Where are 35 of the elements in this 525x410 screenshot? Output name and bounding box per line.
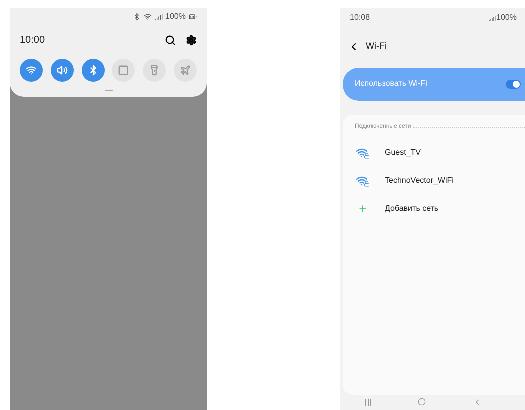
- signal-icon: [488, 14, 496, 22]
- header-title: Wi-Fi: [366, 40, 387, 53]
- drag-handle[interactable]: [104, 90, 112, 91]
- airplane-icon: [180, 65, 191, 76]
- bluetooth-toggle[interactable]: [82, 59, 105, 82]
- clock-text: 10:00: [20, 34, 46, 48]
- square-toggle[interactable]: [112, 59, 136, 82]
- bluetooth-icon: [88, 65, 99, 76]
- wifi-icon: [144, 13, 152, 21]
- speaker-icon: [56, 65, 68, 76]
- wifi-toggle[interactable]: [20, 59, 43, 82]
- speaker-toggle[interactable]: [50, 59, 74, 82]
- network-item[interactable]: TechnoVector_WiFi: [355, 166, 525, 194]
- search-button[interactable]: [165, 35, 176, 46]
- signal-icon: [154, 13, 163, 21]
- recent-apps-icon[interactable]: [365, 398, 372, 406]
- network-item[interactable]: Guest_TV: [355, 138, 525, 166]
- wifi-lock-icon: [356, 146, 370, 158]
- flashlight-icon: [149, 65, 160, 76]
- home-icon[interactable]: [418, 398, 426, 406]
- battery-icon: [189, 13, 197, 21]
- switch-label: Использовать Wi-Fi: [355, 78, 428, 90]
- flashlight-toggle[interactable]: [143, 59, 166, 82]
- add-network-item[interactable]: Добавить сеть: [355, 194, 525, 222]
- bluetooth-icon: [132, 13, 141, 21]
- wifi-lock-icon: [356, 174, 370, 186]
- square-icon: [118, 65, 130, 76]
- time-text: 10:08: [350, 12, 370, 24]
- plus-icon: [358, 204, 368, 214]
- battery-text: 100%: [496, 12, 517, 24]
- settings-button[interactable]: [186, 35, 197, 46]
- airplane-toggle[interactable]: [174, 59, 197, 82]
- battery-text: 100%: [166, 13, 186, 21]
- wifi-icon: [26, 65, 37, 76]
- wifi-switch[interactable]: [506, 80, 521, 88]
